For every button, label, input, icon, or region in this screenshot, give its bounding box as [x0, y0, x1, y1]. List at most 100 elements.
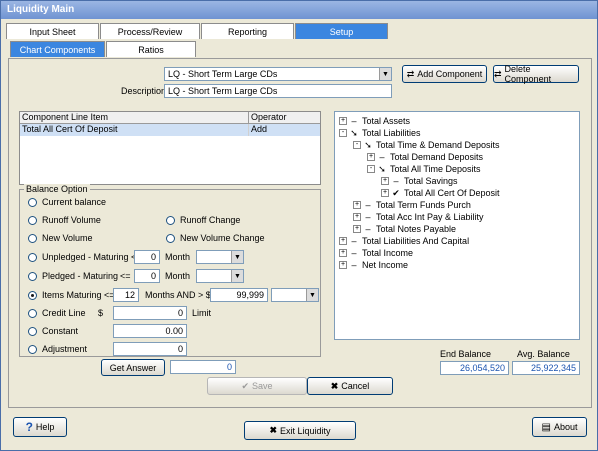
expand-icon[interactable]: + [339, 117, 347, 125]
runoff-change-radio[interactable] [166, 216, 175, 225]
arrow-icon: ➘ [350, 127, 358, 138]
limit-label: Limit [192, 308, 212, 318]
tree-item[interactable]: + – Total Demand Deposits [367, 151, 483, 163]
subtab-ratios[interactable]: Ratios [106, 41, 196, 57]
new-volume-change-radio[interactable] [166, 234, 175, 243]
dash-icon: – [365, 224, 371, 234]
runoff-volume-radio[interactable] [28, 216, 37, 225]
tree-item[interactable]: + – Total Liabilities And Capital [339, 235, 469, 247]
tree-item[interactable]: + – Total Income [339, 247, 413, 259]
constant-input[interactable]: 0.00 [113, 324, 187, 338]
pledged-month-select[interactable]: ▼ [196, 269, 244, 283]
unpledged-month-select[interactable]: ▼ [196, 250, 244, 264]
pledged-month-label: Month [165, 271, 191, 281]
dash-icon: – [393, 176, 399, 186]
dash-icon: – [379, 152, 385, 162]
collapse-icon[interactable]: - [339, 129, 347, 137]
amount-input[interactable]: 99,999 [210, 288, 268, 302]
tree-item[interactable]: + – Total Notes Payable [353, 223, 456, 235]
amount-select[interactable]: ▼ [271, 288, 319, 302]
unpledged-radio[interactable] [28, 253, 37, 262]
cell-line-item[interactable]: Total All Cert Of Deposit [20, 124, 249, 136]
runoff-volume-label: Runoff Volume [42, 215, 101, 225]
exit-label: Exit Liquidity [280, 425, 331, 436]
current-balance-radio[interactable] [28, 198, 37, 207]
unpledged-label: Unpledged - Maturing <= [42, 252, 142, 262]
credit-line-input[interactable]: 0 [113, 306, 187, 320]
chevron-down-icon[interactable]: ▼ [231, 251, 243, 263]
about-button[interactable]: ▤ About [532, 417, 587, 437]
chevron-down-icon[interactable]: ▼ [379, 68, 391, 80]
collapse-icon[interactable]: - [367, 165, 375, 173]
constant-label: Constant [42, 326, 79, 336]
tree-item[interactable]: + – Total Assets [339, 115, 410, 127]
unpledged-months-input[interactable]: 0 [134, 250, 160, 264]
expand-icon[interactable]: + [339, 249, 347, 257]
tree-item-label: Total Savings [404, 176, 458, 186]
pledged-months-input[interactable]: 0 [134, 269, 160, 283]
tree-item[interactable]: - ➘ Total Liabilities [339, 127, 421, 139]
close-icon: ✖ [330, 380, 339, 391]
table-row[interactable]: Total All Cert Of Deposit Add [20, 124, 320, 136]
expand-icon[interactable]: + [381, 177, 389, 185]
tree-item[interactable]: + – Net Income [339, 259, 408, 271]
component-tree[interactable]: + – Total Assets - ➘ Total Liabilities - ➘ Total… [334, 111, 580, 340]
main-window: Liquidity Main Input Sheet Process/Revie… [0, 0, 598, 451]
window-title: Liquidity Main [1, 1, 597, 19]
expand-icon[interactable]: + [353, 225, 361, 233]
tab-reporting[interactable]: Reporting [201, 23, 294, 39]
cell-operator[interactable]: Add [249, 124, 305, 136]
credit-line-radio[interactable] [28, 309, 37, 318]
adjustment-input[interactable]: 0 [113, 342, 187, 356]
get-answer-button[interactable]: Get Answer [101, 359, 165, 376]
adjustment-label: Adjustment [42, 344, 88, 354]
cancel-button[interactable]: ✖ Cancel [307, 377, 393, 395]
tab-setup[interactable]: Setup [295, 23, 388, 39]
items-maturing-radio[interactable] [28, 291, 37, 300]
add-component-button[interactable]: ⇄ Add Component [402, 65, 487, 83]
collapse-icon[interactable]: - [353, 141, 361, 149]
dash-icon: – [351, 248, 357, 258]
tab-process-review[interactable]: Process/Review [100, 23, 200, 39]
new-volume-radio[interactable] [28, 234, 37, 243]
tree-item[interactable]: + ✔ Total All Cert Of Deposit [381, 187, 500, 199]
save-button[interactable]: ✔ Save [207, 377, 307, 395]
new-volume-change-label: New Volume Change [180, 233, 265, 243]
tree-item-label: Total Assets [362, 116, 411, 126]
subtab-chart-components[interactable]: Chart Components [10, 41, 105, 57]
tree-item-label: Total Demand Deposits [390, 152, 484, 162]
help-button[interactable]: ? Help [13, 417, 67, 437]
expand-icon[interactable]: + [353, 201, 361, 209]
constant-radio[interactable] [28, 327, 37, 336]
tree-item[interactable]: + – Total Term Funds Purch [353, 199, 471, 211]
dollar-label: $ [98, 308, 104, 318]
avg-balance-label: Avg. Balance [517, 349, 570, 359]
col-header-line-item: Component Line Item [20, 112, 249, 123]
tree-item[interactable]: - ➘ Total Time & Demand Deposits [353, 139, 500, 151]
tree-item[interactable]: + – Total Savings [381, 175, 458, 187]
exit-button[interactable]: ✖ Exit Liquidity [244, 421, 356, 440]
expand-icon[interactable]: + [339, 237, 347, 245]
adjustment-radio[interactable] [28, 345, 37, 354]
tree-item[interactable]: - ➘ Total All Time Deposits [367, 163, 481, 175]
tree-item-label: Total Term Funds Purch [376, 200, 471, 210]
chevron-down-icon[interactable]: ▼ [231, 270, 243, 282]
expand-icon[interactable]: + [367, 153, 375, 161]
pledged-radio[interactable] [28, 272, 37, 281]
arrow-icon: ➘ [378, 163, 386, 174]
chevron-down-icon[interactable]: ▼ [306, 289, 318, 301]
expand-icon[interactable]: + [353, 213, 361, 221]
tree-item[interactable]: + – Total Acc Int Pay & Liability [353, 211, 484, 223]
items-maturing-input[interactable]: 12 [113, 288, 139, 302]
delete-component-button[interactable]: ⇄ Delete Component [493, 64, 579, 84]
save-label: Save [252, 381, 273, 391]
expand-icon[interactable]: + [381, 189, 389, 197]
help-label: Help [35, 422, 55, 432]
component-select[interactable]: LQ - Short Term Large CDs ▼ [164, 67, 392, 81]
expand-icon[interactable]: + [339, 261, 347, 269]
tree-item-label: Total Income [362, 248, 414, 258]
dash-icon: – [351, 236, 357, 246]
description-input[interactable]: LQ - Short Term Large CDs [164, 84, 392, 98]
end-balance-label: End Balance [440, 349, 492, 359]
tab-input-sheet[interactable]: Input Sheet [6, 23, 99, 39]
